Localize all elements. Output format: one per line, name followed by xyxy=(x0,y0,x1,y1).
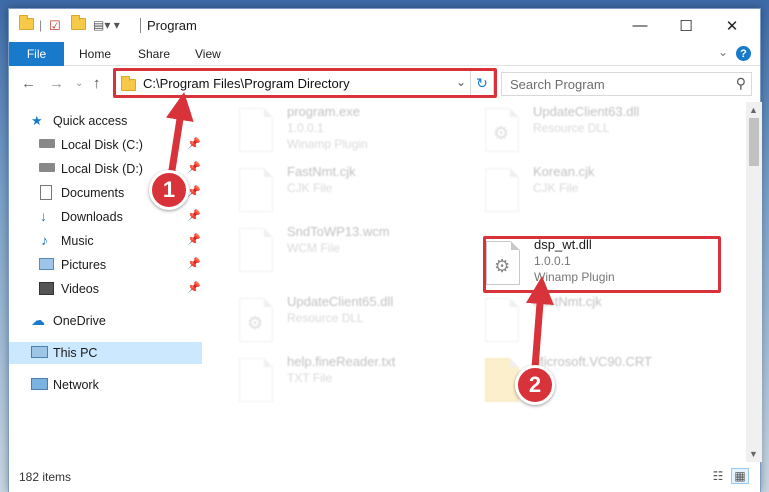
sidebar-item-videos[interactable]: Videos 📌 xyxy=(9,278,202,300)
file-item[interactable]: Korean.cjk CJK File xyxy=(465,162,705,220)
tab-share[interactable]: Share xyxy=(138,47,170,61)
sidebar-item-music[interactable]: ♪ Music 📌 xyxy=(9,230,202,252)
search-input[interactable]: Search Program ⚲ xyxy=(501,72,752,96)
tab-file[interactable]: File xyxy=(9,42,64,66)
explorer-window: | ☑ ▤▾ ▾ Program — ☐ ✕ File Home Share V… xyxy=(8,8,762,492)
file-item[interactable]: FastNmt.cjk xyxy=(465,292,705,350)
expand-ribbon-icon[interactable]: ⌄ xyxy=(718,45,728,59)
pin-icon[interactable]: 📌 xyxy=(187,161,201,174)
videos-icon xyxy=(39,282,54,295)
pictures-icon xyxy=(39,258,54,270)
sidebar-item-onedrive[interactable]: ☁ OneDrive xyxy=(9,310,202,332)
file-item[interactable]: ⚙ UpdateClient65.dll Resource DLL xyxy=(219,292,459,350)
drive-icon xyxy=(39,163,55,172)
file-item[interactable]: help.fineReader.txt TXT File xyxy=(219,352,459,410)
file-icon xyxy=(239,228,273,272)
file-item[interactable]: FastNmt.cjk CJK File xyxy=(219,162,459,220)
file-icon xyxy=(239,168,273,212)
file-item[interactable]: program.exe 1.0.0.1 Winamp Plugin xyxy=(219,102,459,160)
sidebar-item-network[interactable]: Network xyxy=(9,374,202,396)
close-button[interactable]: ✕ xyxy=(709,9,755,42)
pin-icon[interactable]: 📌 xyxy=(187,257,201,270)
cloud-icon: ☁ xyxy=(31,312,45,328)
chevron-down-icon[interactable]: ⌄ xyxy=(456,75,466,89)
back-icon[interactable]: ← xyxy=(21,75,36,92)
customize-qat-icon[interactable]: ▤▾ ▾ xyxy=(93,18,120,32)
dll-icon: ⚙ xyxy=(485,108,519,152)
scroll-down-icon[interactable]: ▼ xyxy=(749,449,758,459)
file-item[interactable]: ⚙ UpdateClient63.dll Resource DLL xyxy=(465,102,705,160)
title-bar: | ☑ ▤▾ ▾ Program — ☐ ✕ xyxy=(9,9,760,42)
sidebar-item-local-disk-c[interactable]: Local Disk (C:) 📌 xyxy=(9,134,202,156)
drive-icon xyxy=(39,139,55,148)
sidebar-item-pictures[interactable]: Pictures 📌 xyxy=(9,254,202,276)
details-view-icon[interactable]: ☷ xyxy=(709,468,727,484)
file-list: program.exe 1.0.0.1 Winamp Plugin ⚙ Upda… xyxy=(209,102,745,462)
folder-icon xyxy=(121,76,136,91)
status-bar: 182 items ☷ ▦ xyxy=(9,462,760,492)
star-icon: ★ xyxy=(31,113,43,128)
file-icon xyxy=(485,298,519,342)
file-highlight xyxy=(483,236,721,293)
tiles-view-icon[interactable]: ▦ xyxy=(731,468,749,484)
folder-icon xyxy=(485,358,519,402)
item-count: 182 items xyxy=(19,470,72,484)
recent-locations-icon[interactable]: ⌄ xyxy=(75,78,83,89)
step-1-badge: 1 xyxy=(149,170,189,210)
minimize-button[interactable]: — xyxy=(617,9,663,42)
refresh-icon[interactable]: ↻ xyxy=(470,71,493,95)
file-icon xyxy=(485,168,519,212)
tab-home[interactable]: Home xyxy=(79,47,111,61)
pin-icon[interactable]: 📌 xyxy=(187,137,201,150)
maximize-button[interactable]: ☐ xyxy=(663,9,709,42)
window-title: Program xyxy=(147,18,197,33)
computer-icon xyxy=(31,346,48,358)
forward-icon[interactable]: → xyxy=(49,75,64,92)
step-2-badge: 2 xyxy=(515,365,555,405)
search-icon[interactable]: ⚲ xyxy=(736,75,746,92)
search-placeholder: Search Program xyxy=(510,77,605,92)
address-path[interactable]: C:\Program Files\Program Directory xyxy=(143,76,350,91)
up-icon[interactable]: ↑ xyxy=(93,75,101,92)
music-icon: ♪ xyxy=(41,232,48,248)
new-folder-icon[interactable] xyxy=(71,15,86,30)
pin-icon[interactable]: 📌 xyxy=(187,185,201,198)
ribbon: File Home Share View ⌄ ? xyxy=(9,42,760,66)
file-icon xyxy=(239,358,273,402)
pin-icon[interactable]: 📌 xyxy=(187,209,201,222)
pin-icon[interactable]: 📌 xyxy=(187,281,201,294)
sidebar-item-this-pc[interactable]: This PC xyxy=(9,342,202,364)
sidebar-item-quick-access[interactable]: ★ Quick access xyxy=(9,110,202,132)
tab-view[interactable]: View xyxy=(195,47,221,61)
scroll-thumb[interactable] xyxy=(749,118,759,166)
downloads-icon: ↓ xyxy=(40,208,47,224)
folder-icon xyxy=(19,15,34,30)
file-item[interactable]: SndToWP13.wcm WCM File xyxy=(219,222,459,280)
navigation-bar: ← → ⌄ ↑ C:\Program Files\Program Directo… xyxy=(9,66,760,102)
scroll-up-icon[interactable]: ▲ xyxy=(749,105,758,115)
properties-icon[interactable]: ☑ xyxy=(49,18,61,34)
network-icon xyxy=(31,378,48,390)
documents-icon xyxy=(40,185,52,200)
navigation-pane: ★ Quick access Local Disk (C:) 📌 Local D… xyxy=(9,102,205,462)
vertical-scrollbar[interactable]: ▲ ▼ xyxy=(746,102,762,462)
dll-icon: ⚙ xyxy=(239,298,273,342)
pin-icon[interactable]: 📌 xyxy=(187,233,201,246)
exe-icon xyxy=(239,108,273,152)
help-icon[interactable]: ? xyxy=(736,46,751,61)
address-bar[interactable]: C:\Program Files\Program Directory ⌄ ↻ xyxy=(115,70,494,96)
file-item[interactable]: Microsoft.VC90.CRT xyxy=(465,352,705,410)
